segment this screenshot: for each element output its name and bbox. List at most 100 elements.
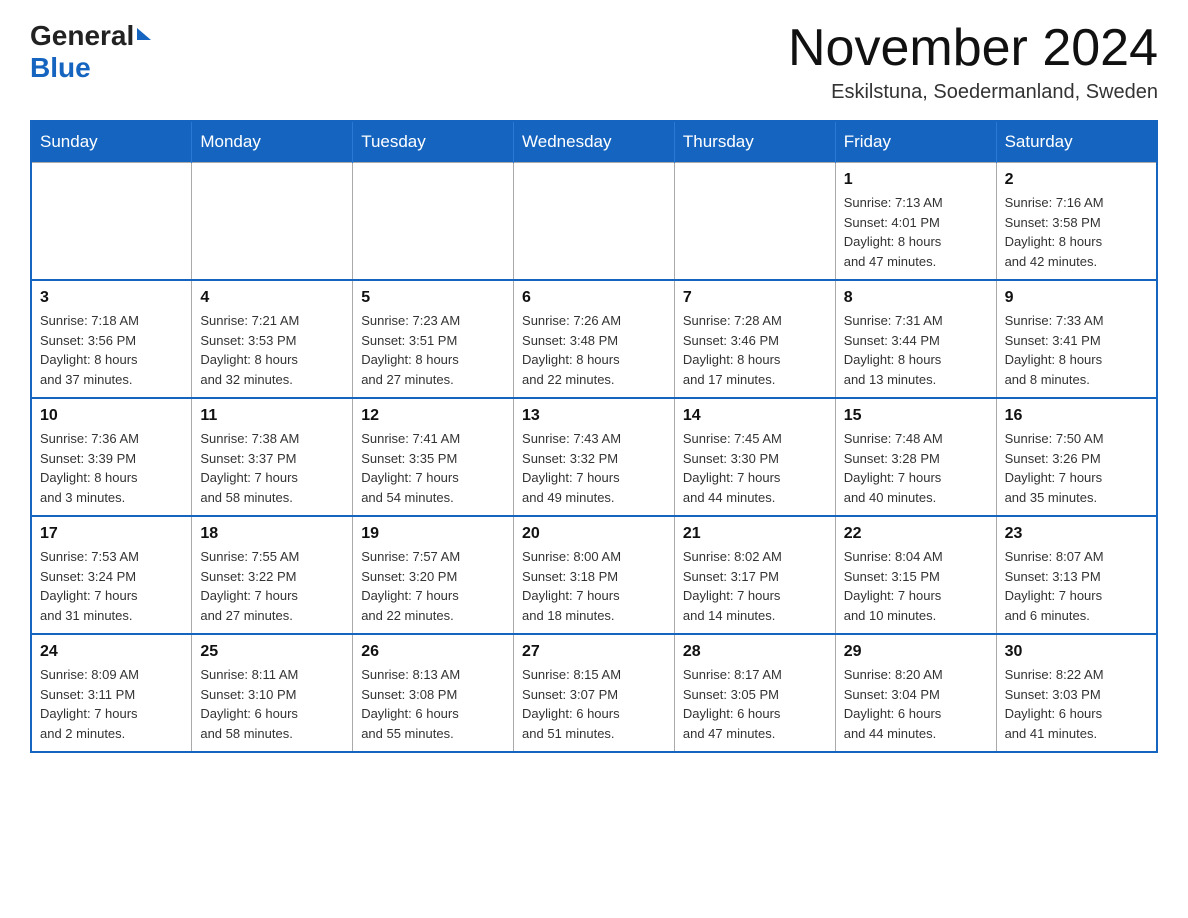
day-number: 28 (683, 643, 827, 661)
day-number: 17 (40, 525, 183, 543)
calendar-cell: 7Sunrise: 7:28 AMSunset: 3:46 PMDaylight… (674, 280, 835, 398)
weekday-header-friday: Friday (835, 121, 996, 163)
day-number: 8 (844, 289, 988, 307)
calendar-cell: 15 Sunrise: 7:48 AMSunset: 3:28 PMDayligh… (835, 398, 996, 516)
calendar-cell: 14 Sunrise: 7:45 AMSunset: 3:30 PMDayligh… (674, 398, 835, 516)
week-row-3: 17 Sunrise: 7:53 AMSunset: 3:24 PMDayligh… (31, 516, 1157, 634)
logo-blue-text: Blue (30, 52, 91, 84)
day-info: Sunrise: 8:00 AMSunset: 3:18 PMDaylight:… (522, 547, 666, 625)
day-number: 19 (361, 525, 505, 543)
day-number: 30 (1005, 643, 1148, 661)
calendar-cell (192, 163, 353, 281)
day-info: Sunrise: 7:45 AMSunset: 3:30 PMDaylight:… (683, 429, 827, 507)
weekday-header-thursday: Thursday (674, 121, 835, 163)
calendar-cell: 17 Sunrise: 7:53 AMSunset: 3:24 PMDayligh… (31, 516, 192, 634)
week-row-0: 1 Sunrise: 7:13 AMSunset: 4:01 PMDaylight… (31, 163, 1157, 281)
location-text: Eskilstuna, Soedermanland, Sweden (788, 81, 1158, 104)
day-number: 6 (522, 289, 666, 307)
day-info: Sunrise: 7:55 AMSunset: 3:22 PMDaylight:… (200, 547, 344, 625)
day-number: 26 (361, 643, 505, 661)
calendar-table: SundayMondayTuesdayWednesdayThursdayFrid… (30, 120, 1158, 753)
calendar-cell: 18 Sunrise: 7:55 AMSunset: 3:22 PMDayligh… (192, 516, 353, 634)
day-number: 12 (361, 407, 505, 425)
day-number: 21 (683, 525, 827, 543)
weekday-header-wednesday: Wednesday (514, 121, 675, 163)
calendar-cell: 3 Sunrise: 7:18 AMSunset: 3:56 PMDaylight… (31, 280, 192, 398)
calendar-cell: 19Sunrise: 7:57 AMSunset: 3:20 PMDayligh… (353, 516, 514, 634)
calendar-cell: 30Sunrise: 8:22 AMSunset: 3:03 PMDayligh… (996, 634, 1157, 752)
day-number: 14 (683, 407, 827, 425)
day-number: 22 (844, 525, 988, 543)
day-info: Sunrise: 7:50 AMSunset: 3:26 PMDaylight:… (1005, 429, 1148, 507)
calendar-cell: 9 Sunrise: 7:33 AMSunset: 3:41 PMDaylight… (996, 280, 1157, 398)
calendar-cell: 4 Sunrise: 7:21 AMSunset: 3:53 PMDaylight… (192, 280, 353, 398)
calendar-cell: 26 Sunrise: 8:13 AMSunset: 3:08 PMDayligh… (353, 634, 514, 752)
day-number: 20 (522, 525, 666, 543)
calendar-cell (674, 163, 835, 281)
day-info: Sunrise: 7:36 AMSunset: 3:39 PMDaylight:… (40, 429, 183, 507)
day-info: Sunrise: 7:33 AMSunset: 3:41 PMDaylight:… (1005, 311, 1148, 389)
day-number: 4 (200, 289, 344, 307)
calendar-cell (353, 163, 514, 281)
weekday-header-monday: Monday (192, 121, 353, 163)
calendar-cell: 8Sunrise: 7:31 AMSunset: 3:44 PMDaylight… (835, 280, 996, 398)
day-info: Sunrise: 7:21 AMSunset: 3:53 PMDaylight:… (200, 311, 344, 389)
day-number: 24 (40, 643, 183, 661)
day-number: 11 (200, 407, 344, 425)
calendar-cell: 12 Sunrise: 7:41 AMSunset: 3:35 PMDayligh… (353, 398, 514, 516)
day-number: 18 (200, 525, 344, 543)
weekday-header-saturday: Saturday (996, 121, 1157, 163)
calendar-cell: 2 Sunrise: 7:16 AMSunset: 3:58 PMDaylight… (996, 163, 1157, 281)
day-number: 2 (1005, 171, 1148, 189)
day-number: 15 (844, 407, 988, 425)
logo-arrow-icon (137, 28, 151, 40)
title-block: November 2024 Eskilstuna, Soedermanland,… (788, 20, 1158, 104)
day-info: Sunrise: 7:41 AMSunset: 3:35 PMDaylight:… (361, 429, 505, 507)
day-info: Sunrise: 8:04 AMSunset: 3:15 PMDaylight:… (844, 547, 988, 625)
day-info: Sunrise: 7:18 AMSunset: 3:56 PMDaylight:… (40, 311, 183, 389)
week-row-1: 3 Sunrise: 7:18 AMSunset: 3:56 PMDaylight… (31, 280, 1157, 398)
calendar-cell (31, 163, 192, 281)
day-info: Sunrise: 8:20 AMSunset: 3:04 PMDaylight:… (844, 665, 988, 743)
day-number: 29 (844, 643, 988, 661)
calendar-cell: 1 Sunrise: 7:13 AMSunset: 4:01 PMDaylight… (835, 163, 996, 281)
day-info: Sunrise: 8:02 AMSunset: 3:17 PMDaylight:… (683, 547, 827, 625)
logo-general-text: General (30, 20, 134, 52)
day-info: Sunrise: 7:13 AMSunset: 4:01 PMDaylight:… (844, 193, 988, 271)
day-info: Sunrise: 8:09 AMSunset: 3:11 PMDaylight:… (40, 665, 183, 743)
logo: General Blue (30, 20, 151, 84)
calendar-cell: 23 Sunrise: 8:07 AMSunset: 3:13 PMDayligh… (996, 516, 1157, 634)
day-info: Sunrise: 7:48 AMSunset: 3:28 PMDaylight:… (844, 429, 988, 507)
day-number: 5 (361, 289, 505, 307)
calendar-cell: 27Sunrise: 8:15 AMSunset: 3:07 PMDayligh… (514, 634, 675, 752)
calendar-cell: 6 Sunrise: 7:26 AMSunset: 3:48 PMDaylight… (514, 280, 675, 398)
day-info: Sunrise: 7:38 AMSunset: 3:37 PMDaylight:… (200, 429, 344, 507)
day-number: 16 (1005, 407, 1148, 425)
day-number: 3 (40, 289, 183, 307)
day-number: 23 (1005, 525, 1148, 543)
day-number: 9 (1005, 289, 1148, 307)
day-info: Sunrise: 8:15 AMSunset: 3:07 PMDaylight:… (522, 665, 666, 743)
week-row-2: 10 Sunrise: 7:36 AMSunset: 3:39 PMDayligh… (31, 398, 1157, 516)
day-info: Sunrise: 7:53 AMSunset: 3:24 PMDaylight:… (40, 547, 183, 625)
calendar-cell: 5 Sunrise: 7:23 AMSunset: 3:51 PMDaylight… (353, 280, 514, 398)
day-info: Sunrise: 8:11 AMSunset: 3:10 PMDaylight:… (200, 665, 344, 743)
calendar-cell: 24 Sunrise: 8:09 AMSunset: 3:11 PMDayligh… (31, 634, 192, 752)
day-number: 25 (200, 643, 344, 661)
calendar-header-row: SundayMondayTuesdayWednesdayThursdayFrid… (31, 121, 1157, 163)
day-info: Sunrise: 7:43 AMSunset: 3:32 PMDaylight:… (522, 429, 666, 507)
day-number: 1 (844, 171, 988, 189)
day-number: 7 (683, 289, 827, 307)
weekday-header-tuesday: Tuesday (353, 121, 514, 163)
day-number: 10 (40, 407, 183, 425)
day-info: Sunrise: 7:23 AMSunset: 3:51 PMDaylight:… (361, 311, 505, 389)
calendar-cell: 21 Sunrise: 8:02 AMSunset: 3:17 PMDayligh… (674, 516, 835, 634)
day-info: Sunrise: 8:07 AMSunset: 3:13 PMDaylight:… (1005, 547, 1148, 625)
calendar-cell: 16 Sunrise: 7:50 AMSunset: 3:26 PMDayligh… (996, 398, 1157, 516)
calendar-cell: 22 Sunrise: 8:04 AMSunset: 3:15 PMDayligh… (835, 516, 996, 634)
day-info: Sunrise: 7:16 AMSunset: 3:58 PMDaylight:… (1005, 193, 1148, 271)
day-info: Sunrise: 8:13 AMSunset: 3:08 PMDaylight:… (361, 665, 505, 743)
calendar-cell: 11 Sunrise: 7:38 AMSunset: 3:37 PMDayligh… (192, 398, 353, 516)
day-number: 13 (522, 407, 666, 425)
day-info: Sunrise: 7:26 AMSunset: 3:48 PMDaylight:… (522, 311, 666, 389)
